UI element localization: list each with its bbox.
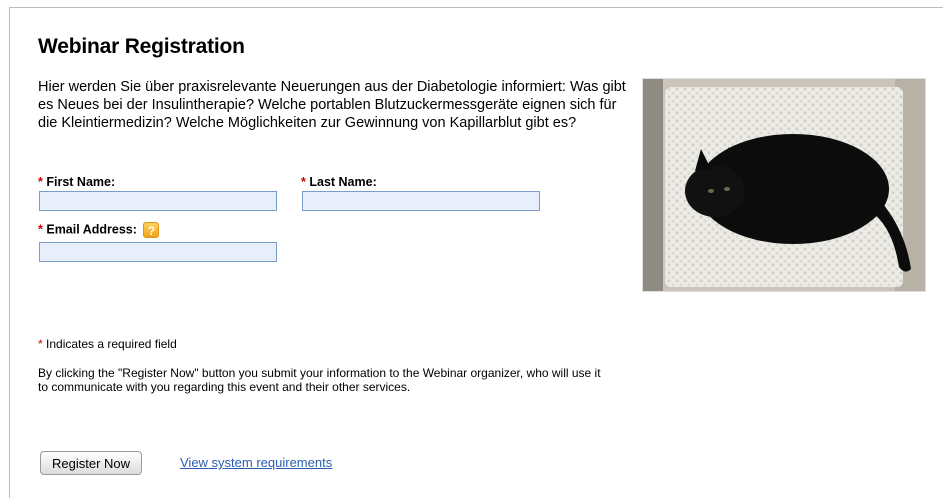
- question-icon[interactable]: ?: [143, 222, 160, 238]
- required-marker: *: [38, 337, 43, 351]
- email-input[interactable]: [39, 242, 277, 262]
- register-now-button[interactable]: Register Now: [40, 451, 143, 475]
- cat-illustration: [643, 79, 925, 291]
- last-name-label-text: Last Name:: [309, 175, 377, 189]
- page-title: Webinar Registration: [38, 35, 245, 58]
- last-name-label: * Last Name:: [301, 175, 377, 189]
- required-marker: *: [38, 175, 43, 189]
- email-label-text: Email Address:: [46, 222, 137, 237]
- last-name-input[interactable]: [302, 191, 540, 211]
- first-name-label-text: First Name:: [46, 175, 116, 189]
- black-cat-photo: [642, 78, 926, 292]
- email-label: * Email Address: ?: [38, 222, 160, 238]
- first-name-input[interactable]: [39, 191, 277, 211]
- required-marker: *: [38, 222, 43, 237]
- system-requirements-link[interactable]: View system requirements: [180, 455, 332, 470]
- intro-text: Hier werden Sie über praxisrelevante Neu…: [38, 79, 626, 131]
- first-name-label: * First Name:: [38, 175, 115, 189]
- required-marker: *: [301, 175, 306, 189]
- required-note-text: Indicates a required field: [46, 337, 177, 351]
- disclaimer-text: By clicking the "Register Now" button yo…: [38, 366, 601, 394]
- required-note: * Indicates a required field: [38, 337, 177, 351]
